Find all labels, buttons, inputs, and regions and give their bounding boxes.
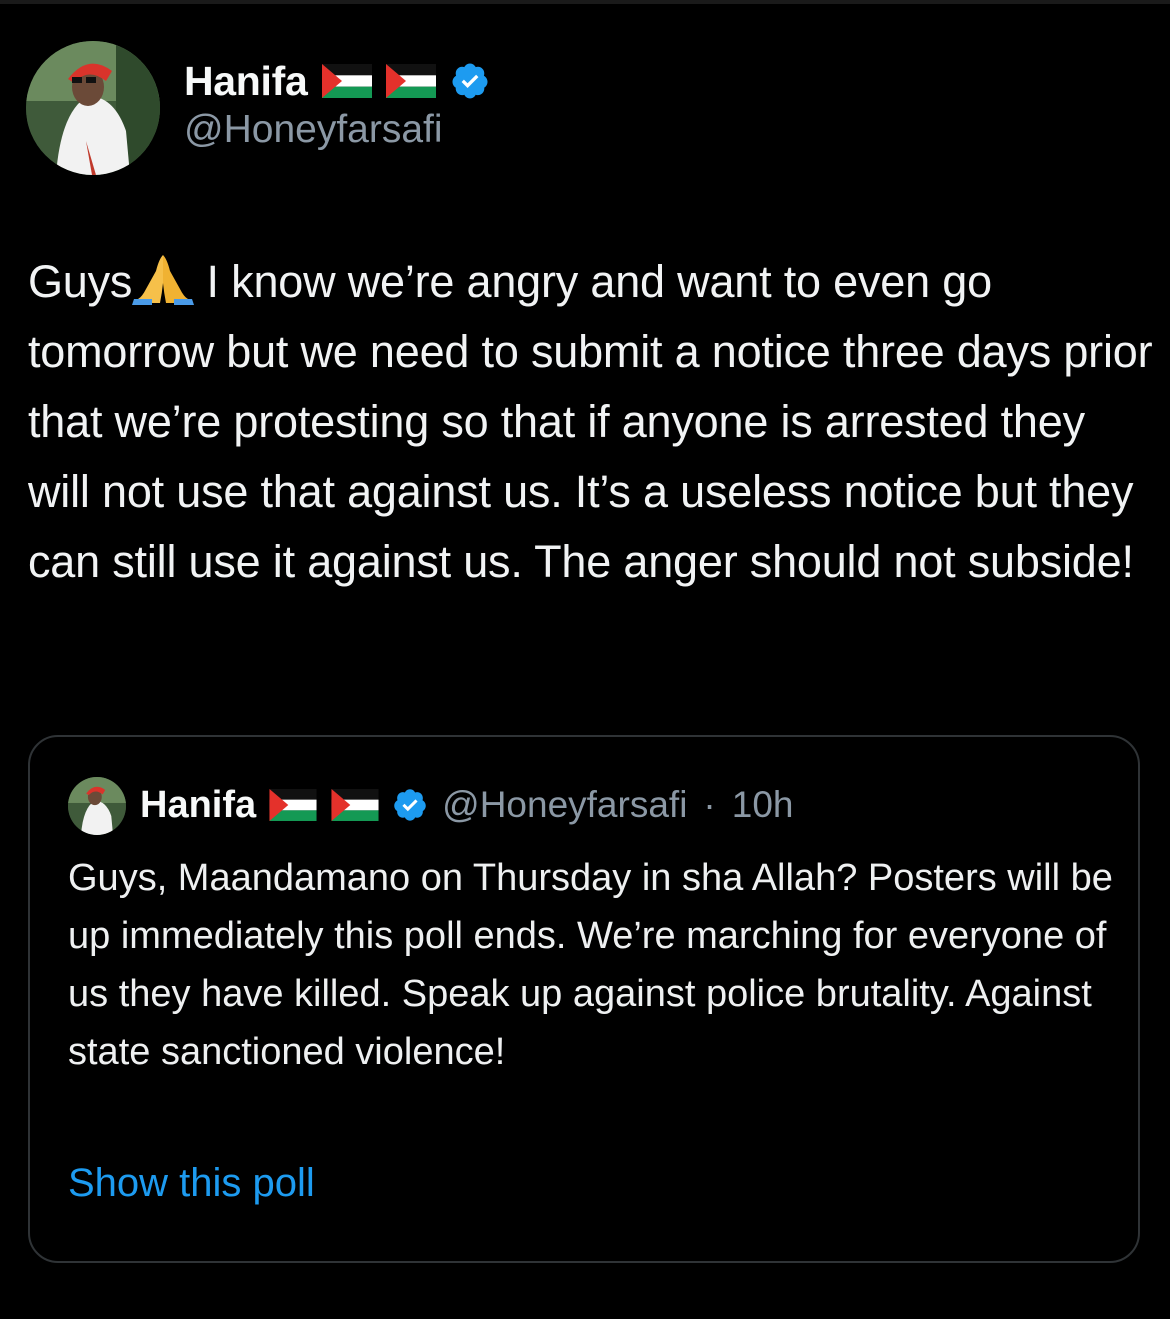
- quoted-author-name[interactable]: Hanifa: [140, 784, 256, 827]
- verified-badge-icon: [450, 61, 490, 101]
- quoted-author-handle[interactable]: @Honeyfarsafi: [442, 784, 687, 826]
- quoted-author-avatar[interactable]: [68, 777, 126, 835]
- top-divider: [0, 0, 1170, 4]
- palestine-flag-icon: [385, 64, 436, 98]
- palestine-flag-icon: [321, 64, 372, 98]
- show-poll-link[interactable]: Show this poll: [68, 1161, 315, 1206]
- quoted-tweet-card[interactable]: Hanifa @Honeyfarsafi · 10h Guys, Maandam…: [28, 735, 1140, 1263]
- tweet-text-start: Guys: [28, 256, 133, 307]
- tweet-text: Guys I know we’re angry and want to even…: [28, 247, 1153, 597]
- palestine-flag-icon: [330, 789, 380, 821]
- author-name-row: Hanifa: [184, 57, 490, 105]
- separator-dot: ·: [703, 784, 716, 825]
- author-avatar[interactable]: [26, 41, 160, 175]
- quoted-tweet-text: Guys, Maandamano on Thursday in sha Alla…: [68, 857, 1113, 1073]
- author-handle[interactable]: @Honeyfarsafi: [184, 108, 443, 152]
- quoted-timestamp[interactable]: 10h: [732, 784, 794, 826]
- quoted-header-row: Hanifa @Honeyfarsafi · 10h: [140, 781, 793, 829]
- palestine-flag-icon: [268, 789, 318, 821]
- verified-badge-icon: [392, 787, 428, 823]
- tweet-text-rest: I know we’re angry and want to even go t…: [28, 256, 1153, 587]
- folded-hands-icon: [132, 253, 195, 305]
- author-name[interactable]: Hanifa: [184, 58, 308, 105]
